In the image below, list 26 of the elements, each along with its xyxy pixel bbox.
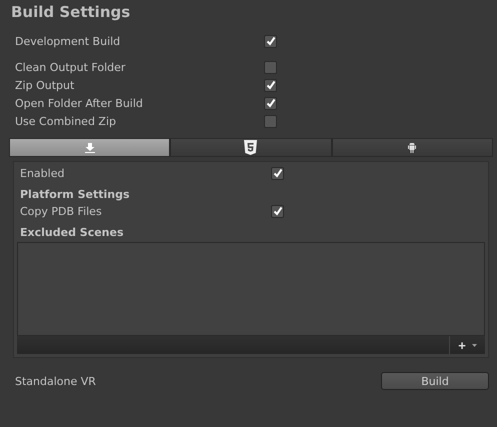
option-label: Open Folder After Build: [15, 96, 144, 110]
checkbox[interactable]: [264, 96, 277, 110]
option-label: Development Build: [15, 34, 122, 48]
checkbox[interactable]: [264, 78, 277, 92]
checkbox[interactable]: [271, 204, 284, 218]
download-icon: [84, 142, 95, 152]
checkbox[interactable]: [264, 60, 277, 74]
checkbox[interactable]: [271, 166, 284, 180]
add-button[interactable]: +: [449, 336, 485, 354]
section-heading: Platform Settings: [19, 188, 130, 202]
option-label: Enabled: [20, 166, 66, 180]
section-heading: Excluded Scenes: [19, 226, 125, 240]
window-title: Build Settings: [10, 2, 132, 22]
checkbox[interactable]: [264, 114, 277, 128]
download-tab[interactable]: [9, 138, 170, 157]
option-label: Zip Output: [15, 78, 76, 92]
android-icon: [408, 142, 416, 152]
build-button[interactable]: Build: [381, 372, 489, 390]
html5-shield-icon: [244, 140, 258, 155]
caret-icon: [472, 344, 477, 346]
option-label: Use Combined Zip: [15, 114, 118, 128]
html5-tab[interactable]: [170, 138, 332, 157]
option-label: Copy PDB Files: [20, 204, 103, 218]
checkbox[interactable]: [264, 34, 277, 48]
vr-label: Standalone VR: [15, 374, 97, 388]
option-label: Clean Output Folder: [15, 60, 126, 74]
